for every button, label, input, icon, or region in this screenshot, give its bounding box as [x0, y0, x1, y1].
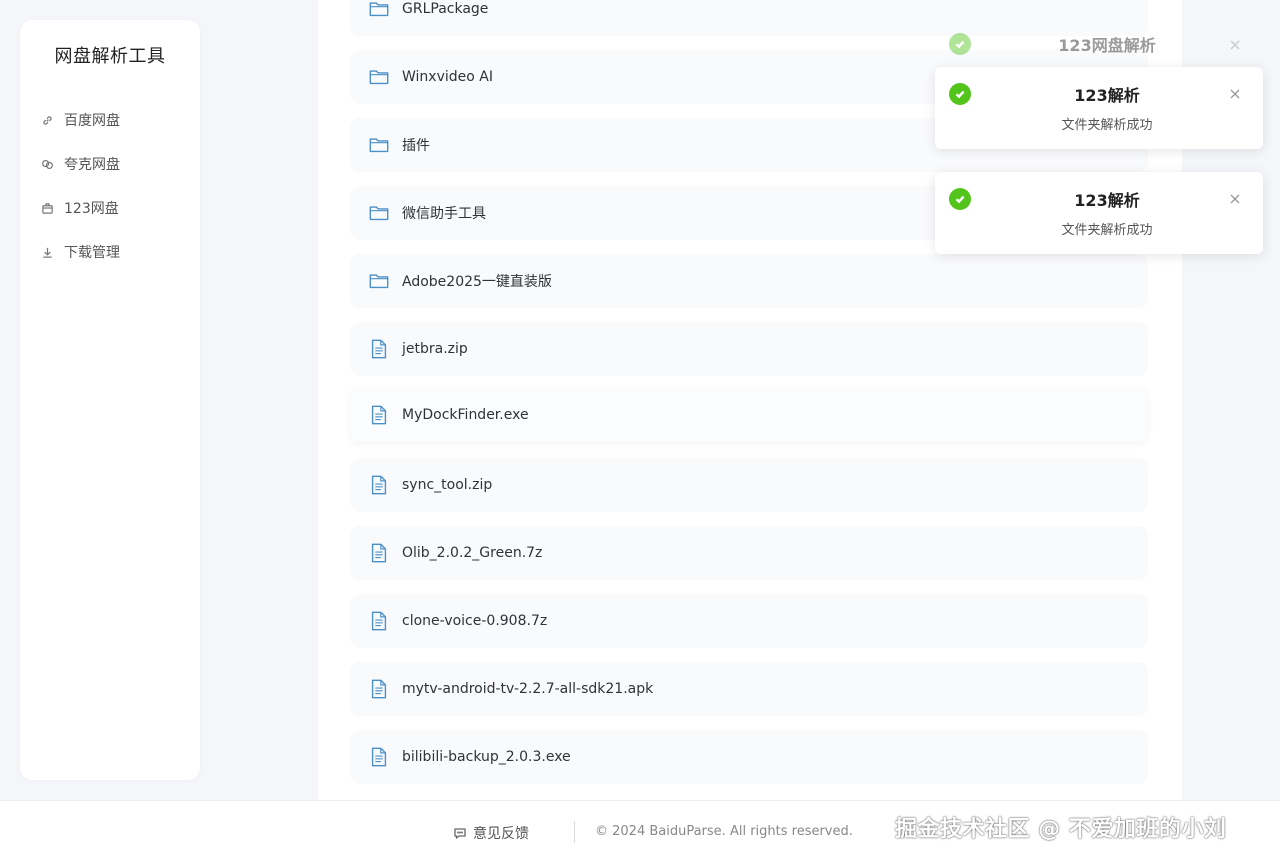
- document-icon: [368, 678, 390, 700]
- file-name: sync_tool.zip: [402, 477, 493, 493]
- document-icon: [368, 474, 390, 496]
- file-name: bilibili-backup_2.0.3.exe: [402, 749, 571, 765]
- file-name: jetbra.zip: [402, 341, 468, 357]
- footer: 意见反馈 © 2024 BaiduParse. All rights reser…: [0, 800, 1280, 861]
- list-item-file[interactable]: MyDockFinder.exe: [350, 388, 1148, 442]
- sidebar-item-label: 百度网盘: [64, 113, 120, 129]
- sidebar-item-label: 夸克网盘: [64, 157, 120, 173]
- link-icon: [40, 113, 54, 127]
- file-name: clone-voice-0.908.7z: [402, 613, 548, 629]
- sidebar-item-baidu[interactable]: 百度网盘: [20, 98, 200, 142]
- notification-title: 123网盘解析: [1058, 36, 1156, 55]
- app-root: 网盘解析工具 百度网盘 夸克网盘 123网盘 下载管理 GRLPackage W…: [0, 0, 1280, 861]
- file-name: MyDockFinder.exe: [402, 407, 529, 423]
- app-title: 网盘解析工具: [54, 46, 166, 67]
- folder-icon: [368, 66, 390, 88]
- feedback-link[interactable]: 意见反馈: [453, 823, 529, 843]
- notification-fading: 123网盘解析: [935, 24, 1263, 64]
- document-icon: [368, 746, 390, 768]
- copyright: © 2024 BaiduParse. All rights reserved.: [595, 824, 853, 839]
- notification-title: 123解析: [1074, 191, 1140, 210]
- list-item-file[interactable]: mytv-android-tv-2.2.7-all-sdk21.apk: [350, 662, 1148, 716]
- notification-message: 文件夹解析成功: [1061, 118, 1153, 133]
- list-item-folder[interactable]: Adobe2025一键直装版: [350, 254, 1148, 308]
- sidebar-nav: 百度网盘 夸克网盘 123网盘 下载管理: [20, 98, 200, 274]
- folder-icon: [368, 270, 390, 292]
- watermark: 掘金技术社区 @ 不爱加班的小刘: [895, 817, 1227, 842]
- list-item-file[interactable]: jetbra.zip: [350, 322, 1148, 376]
- notification: 123解析 文件夹解析成功: [935, 172, 1263, 254]
- file-name: 微信助手工具: [402, 206, 486, 222]
- download-icon: [40, 245, 54, 259]
- list-item-file[interactable]: bilibili-backup_2.0.3.exe: [350, 730, 1148, 784]
- notification-title: 123解析: [1074, 86, 1140, 105]
- document-icon: [368, 404, 390, 426]
- sidebar: 网盘解析工具 百度网盘 夸克网盘 123网盘 下载管理: [20, 20, 200, 780]
- folder-icon: [368, 134, 390, 156]
- notification: 123解析 文件夹解析成功: [935, 67, 1263, 149]
- close-icon[interactable]: [1229, 190, 1243, 204]
- cloud-link-icon: [40, 157, 54, 171]
- sidebar-item-label: 123网盘: [64, 201, 119, 217]
- sidebar-item-quark[interactable]: 夸克网盘: [20, 142, 200, 186]
- file-name: Olib_2.0.2_Green.7z: [402, 545, 543, 561]
- list-item-file[interactable]: clone-voice-0.908.7z: [350, 594, 1148, 648]
- document-icon: [368, 338, 390, 360]
- file-name: mytv-android-tv-2.2.7-all-sdk21.apk: [402, 681, 654, 697]
- sidebar-item-label: 下载管理: [64, 245, 120, 261]
- close-icon[interactable]: [1229, 36, 1243, 50]
- list-item-file[interactable]: sync_tool.zip: [350, 458, 1148, 512]
- file-name: Winxvideo AI: [402, 69, 493, 85]
- footer-divider: [574, 821, 575, 843]
- notification-message: 文件夹解析成功: [1061, 223, 1153, 238]
- file-name: GRLPackage: [402, 1, 489, 17]
- document-icon: [368, 542, 390, 564]
- box-icon: [40, 201, 54, 215]
- sidebar-item-123pan[interactable]: 123网盘: [20, 186, 200, 230]
- folder-icon: [368, 202, 390, 224]
- chat-icon: [454, 828, 466, 839]
- feedback-label: 意见反馈: [473, 826, 529, 842]
- file-name: Adobe2025一键直装版: [402, 274, 552, 290]
- list-item-file[interactable]: Olib_2.0.2_Green.7z: [350, 526, 1148, 580]
- folder-icon: [368, 0, 390, 20]
- file-name: 插件: [402, 138, 430, 154]
- document-icon: [368, 610, 390, 632]
- close-icon[interactable]: [1229, 85, 1243, 99]
- sidebar-item-downloads[interactable]: 下载管理: [20, 230, 200, 274]
